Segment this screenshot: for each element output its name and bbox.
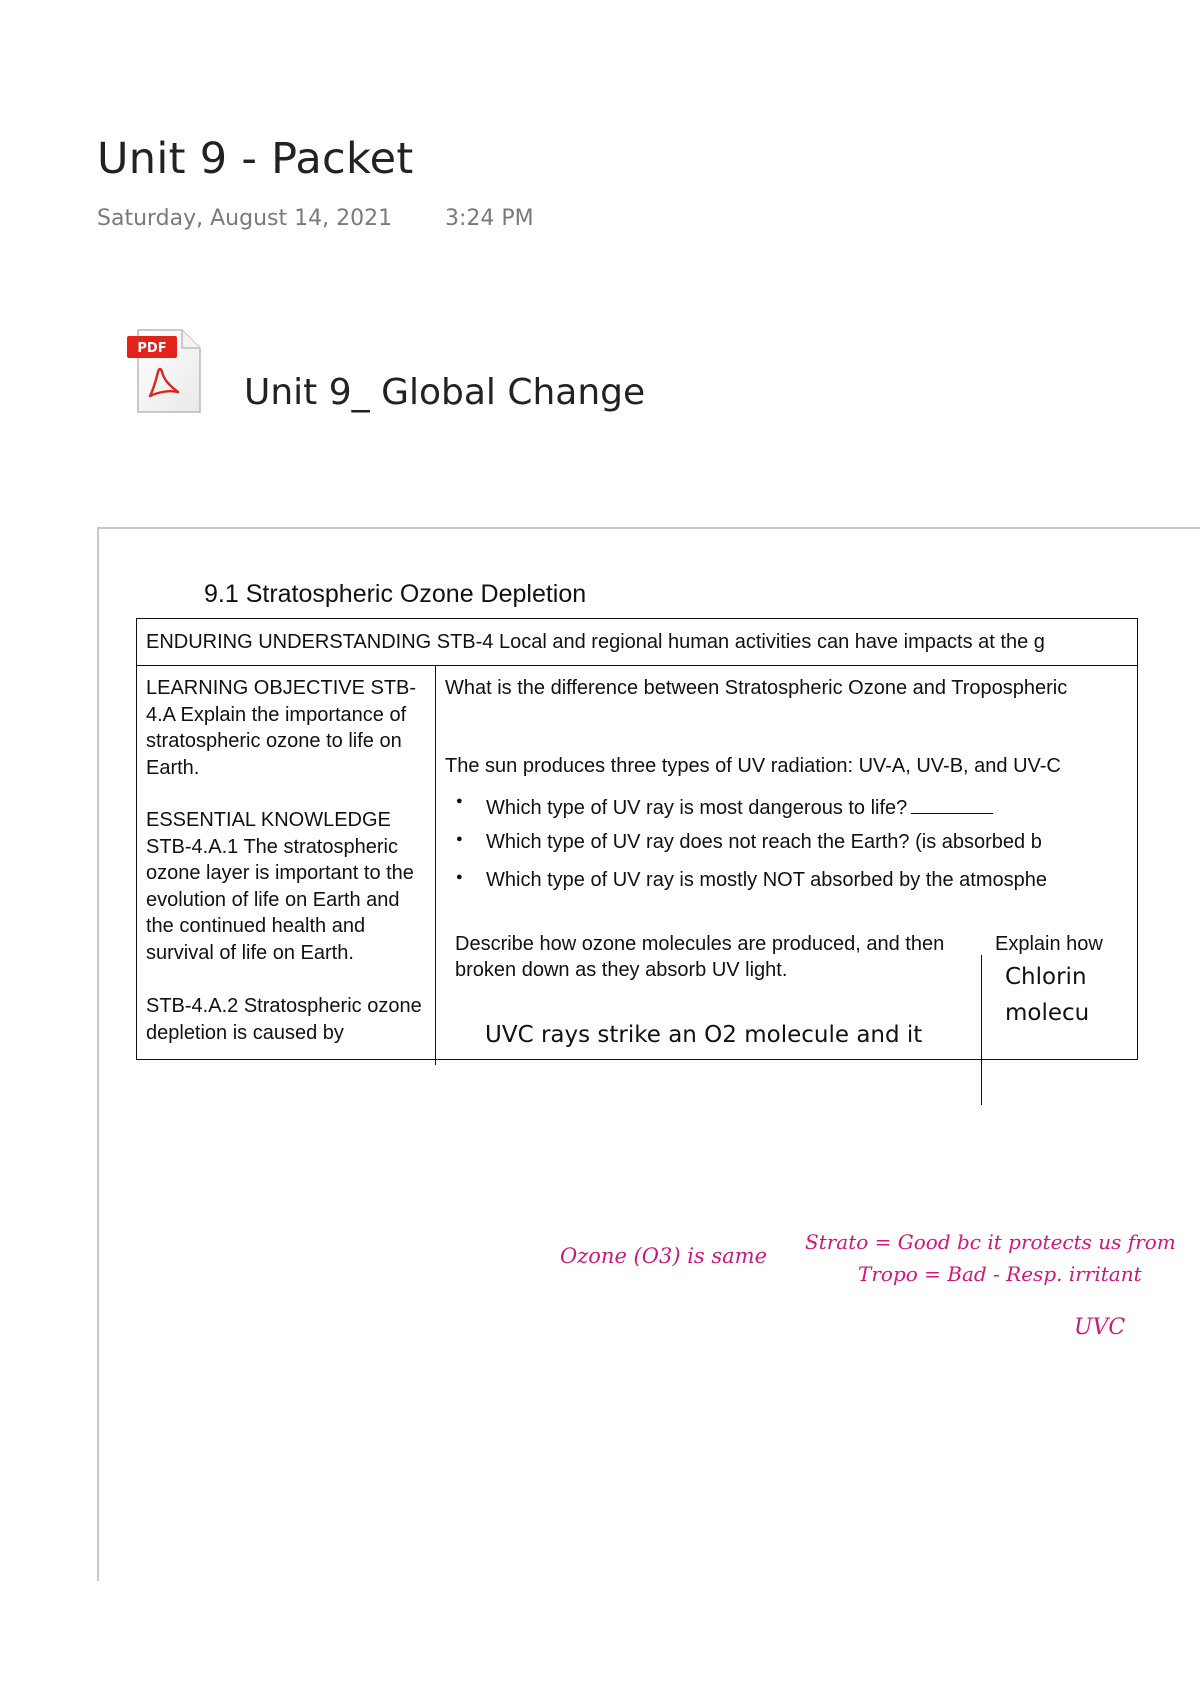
bullet-question-3-text: Which type of UV ray is mostly NOT absor…: [486, 869, 1047, 891]
pdf-badge: PDF: [137, 341, 166, 356]
ozone-difference-question: What is the difference between Stratosph…: [445, 677, 1068, 699]
bullet-question-3: Which type of UV ray is mostly NOT absor…: [456, 869, 1047, 892]
pdf-file-icon[interactable]: PDF: [120, 326, 204, 416]
explain-prompt: Explain how: [995, 933, 1103, 955]
page-date: Saturday, August 14, 2021: [97, 206, 393, 231]
handwritten-note-tropo: Tropo = Bad - Resp. irritant: [858, 1262, 1142, 1286]
bullet-question-2-text: Which type of UV ray does not reach the …: [486, 831, 1042, 853]
enduring-understanding-row: ENDURING UNDERSTANDING STB-4 Local and r…: [137, 619, 1137, 666]
handwritten-note-strato: Strato = Good bc it protects us from: [805, 1230, 1176, 1254]
question-column: What is the difference between Stratosph…: [436, 665, 1136, 1105]
uv-intro-text: The sun produces three types of UV radia…: [445, 755, 1061, 777]
learning-objective: LEARNING OBJECTIVE STB-4.A Explain the i…: [146, 677, 417, 779]
enduring-understanding-text: ENDURING UNDERSTANDING STB-4 Local and r…: [146, 631, 1045, 653]
page-time: 3:24 PM: [445, 206, 534, 231]
essential-knowledge-2: STB-4.A.2 Stratospheric ozone depletion …: [146, 995, 422, 1044]
sub-column-divider: [981, 955, 982, 1105]
pdf-file-icon-graphic: PDF: [127, 329, 201, 413]
bullet-question-1: Which type of UV ray is most dangerous t…: [456, 793, 994, 820]
uv-answer-blank: [911, 793, 994, 814]
bullet-question-1-text: Which type of UV ray is most dangerous t…: [486, 797, 908, 819]
learning-objective-column: LEARNING OBJECTIVE STB-4.A Explain the i…: [137, 665, 436, 1065]
typed-answer-right-line-1: Chlorin: [1005, 964, 1087, 990]
worksheet-table: ENDURING UNDERSTANDING STB-4 Local and r…: [136, 618, 1138, 1105]
describe-prompt: Describe how ozone molecules are produce…: [455, 933, 945, 981]
attachment-name[interactable]: Unit 9_ Global Change: [244, 372, 645, 413]
handwritten-answer-uvc: UVC: [1074, 1315, 1126, 1340]
page-title: Unit 9 - Packet: [97, 134, 414, 184]
essential-knowledge-1: ESSENTIAL KNOWLEDGE STB-4.A.1 The strato…: [146, 809, 414, 964]
typed-answer-right-line-2: molecu: [1005, 1000, 1090, 1026]
bullet-question-2: Which type of UV ray does not reach the …: [456, 831, 1042, 854]
typed-answer-left: UVC rays strike an O2 molecule and it: [485, 1022, 923, 1048]
handwritten-note-ozone: Ozone (O3) is same: [560, 1244, 767, 1268]
worksheet-heading: 9.1 Stratospheric Ozone Depletion: [204, 580, 587, 608]
